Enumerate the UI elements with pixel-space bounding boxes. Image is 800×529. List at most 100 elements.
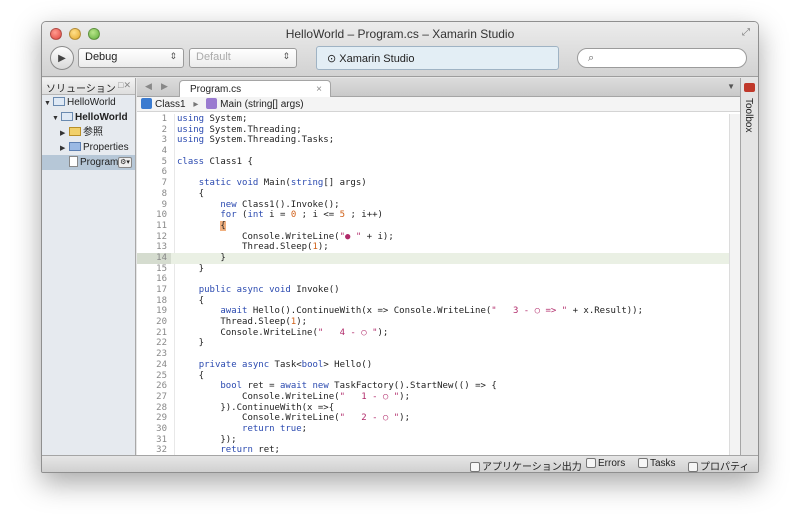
line-number: 7 xyxy=(161,178,167,189)
document-tab-bar: ◀ ▶ Program.cs × ▼ xyxy=(137,78,741,97)
code-line[interactable]: 14 } xyxy=(137,252,741,264)
code-text: } xyxy=(177,338,205,349)
tree-item-references[interactable]: ▶ 参照 xyxy=(42,125,135,140)
line-number: 2 xyxy=(161,124,167,135)
nav-forward-icon[interactable]: ▶ xyxy=(161,81,168,92)
line-number: 6 xyxy=(161,167,167,178)
code-line[interactable]: 11 { xyxy=(137,220,741,232)
code-line[interactable]: 10 for (int i = 0 ; i <= 5 ; i++) xyxy=(137,210,741,221)
code-text: using System.Threading.Tasks; xyxy=(177,135,335,146)
code-line[interactable]: 19 await Hello().ContinueWith(x => Conso… xyxy=(137,306,741,317)
code-line[interactable]: 31 }); xyxy=(137,435,741,446)
toolbox-icon xyxy=(744,83,755,92)
ide-window: HelloWorld – Program.cs – Xamarin Studio… xyxy=(41,21,759,473)
tasks-button[interactable]: Tasks xyxy=(638,458,676,469)
tab-list-dropdown-icon[interactable]: ▼ xyxy=(727,82,735,91)
code-line[interactable]: 6 xyxy=(137,167,741,178)
code-text: using System.Threading; xyxy=(177,124,302,135)
code-line[interactable]: 12 Console.WriteLine("● " + i); xyxy=(137,232,741,243)
statusbar-label: アプリケーション出力 xyxy=(482,462,582,473)
breadcrumb: Class1 ▸ Main (string[] args) xyxy=(137,97,741,112)
code-line[interactable]: 30 return true; xyxy=(137,424,741,435)
search-icon: ⌕ xyxy=(588,52,595,64)
application-output-button[interactable]: アプリケーション出力 xyxy=(470,458,582,473)
code-line[interactable]: 18 { xyxy=(137,296,741,307)
line-number: 8 xyxy=(161,188,167,199)
gear-icon[interactable]: ⚙▾ xyxy=(118,157,132,168)
properties-button[interactable]: プロパティ xyxy=(688,458,750,473)
close-tab-icon[interactable]: × xyxy=(316,84,322,95)
expanded-triangle-icon[interactable]: ▼ xyxy=(52,111,61,126)
code-text: { xyxy=(177,188,205,199)
tree-item-project[interactable]: ▼ HelloWorld xyxy=(42,110,135,125)
code-line[interactable]: 4 xyxy=(137,146,741,157)
code-lines: 1 using System; 2 using System.Threading; 3 u… xyxy=(137,114,741,456)
line-number: 12 xyxy=(156,231,167,242)
line-number: 17 xyxy=(156,285,167,295)
code-line[interactable]: 1 using System; xyxy=(137,114,741,125)
code-line[interactable]: 16 xyxy=(137,274,741,285)
expanded-triangle-icon[interactable]: ▼ xyxy=(44,96,53,111)
configuration-value: Debug xyxy=(85,51,118,63)
fullscreen-icon[interactable]: ⤢ xyxy=(742,27,750,38)
code-line[interactable]: 8 { xyxy=(137,189,741,200)
breadcrumb-method[interactable]: Main (string[] args) xyxy=(220,99,303,110)
code-line[interactable]: 17 public async void Invoke() xyxy=(137,285,741,296)
code-text: }).ContinueWith(x =>{ xyxy=(177,402,335,413)
code-line[interactable]: 5 class Class1 { xyxy=(137,157,741,168)
toolbox-rail[interactable]: Toolbox xyxy=(740,78,758,456)
properties-icon xyxy=(688,462,698,472)
code-text: { xyxy=(177,370,205,381)
code-line[interactable]: 13 Thread.Sleep(1); xyxy=(137,242,741,253)
code-line[interactable]: 26 bool ret = await new TaskFactory().St… xyxy=(137,381,741,392)
code-line[interactable]: 22 } xyxy=(137,338,741,349)
run-button[interactable]: ▶ xyxy=(50,46,74,70)
breadcrumb-class[interactable]: Class1 xyxy=(155,99,186,110)
line-number: 29 xyxy=(156,413,167,424)
method-icon xyxy=(206,98,218,109)
tasks-icon xyxy=(638,458,648,468)
line-number: 19 xyxy=(156,306,167,317)
statusbar-label: プロパティ xyxy=(700,462,750,473)
tab-program-cs[interactable]: Program.cs × xyxy=(179,80,331,97)
tree-item-program[interactable]: Program ⚙▾ xyxy=(42,155,135,170)
search-input[interactable]: ⌕ xyxy=(577,48,747,68)
code-line[interactable]: 29 Console.WriteLine(" 2 - ○ "); xyxy=(137,413,741,424)
nav-back-icon[interactable]: ◀ xyxy=(145,81,152,92)
code-text: }); xyxy=(177,434,237,445)
code-line[interactable]: 3 using System.Threading.Tasks; xyxy=(137,135,741,146)
code-line[interactable]: 15 } xyxy=(137,264,741,275)
code-editor[interactable]: 1 using System; 2 using System.Threading; 3 u… xyxy=(137,114,741,456)
code-line[interactable]: 20 Thread.Sleep(1); xyxy=(137,317,741,328)
code-line[interactable]: 28 }).ContinueWith(x =>{ xyxy=(137,403,741,414)
code-text: new Class1().Invoke(); xyxy=(220,199,340,210)
line-number: 30 xyxy=(156,423,167,434)
collapsed-triangle-icon[interactable]: ▶ xyxy=(60,126,69,141)
solution-pane: ソリューション □✕ ▼ HelloWorld ▼ HelloWorld ▶ 参照 ▶… xyxy=(42,78,136,456)
pane-controls-icon[interactable]: □✕ xyxy=(118,80,131,91)
code-line[interactable]: 24 private async Task<bool> Hello() xyxy=(137,360,741,371)
code-line[interactable]: 9 new Class1().Invoke(); xyxy=(137,200,741,211)
line-number: 3 xyxy=(161,135,167,146)
tree-item-properties[interactable]: ▶ Properties xyxy=(42,140,135,155)
line-number: 4 xyxy=(161,146,167,157)
code-line[interactable]: 21 Console.WriteLine(" 4 - ○ "); xyxy=(137,328,741,339)
folder-icon xyxy=(69,142,81,151)
collapsed-triangle-icon[interactable]: ▶ xyxy=(60,141,69,156)
configuration-select[interactable]: Debug ⇕ xyxy=(78,48,184,68)
line-number: 31 xyxy=(156,434,167,445)
code-line[interactable]: 7 static void Main(string[] args) xyxy=(137,178,741,189)
tree-item-label: Program xyxy=(80,157,119,168)
code-line[interactable]: 2 using System.Threading; xyxy=(137,125,741,136)
code-text: bool ret = await new TaskFactory().Start… xyxy=(220,381,497,392)
errors-button[interactable]: Errors xyxy=(586,458,625,469)
code-line[interactable]: 27 Console.WriteLine(" 1 - ○ "); xyxy=(137,392,741,403)
code-line[interactable]: 25 { xyxy=(137,371,741,382)
status-area: ⊙ Xamarin Studio xyxy=(316,46,559,70)
target-select[interactable]: Default ⇕ xyxy=(189,48,297,68)
code-text: } xyxy=(177,252,226,263)
code-line[interactable]: 23 xyxy=(137,349,741,360)
solution-pane-header: ソリューション □✕ xyxy=(42,78,135,95)
code-text: await Hello().ContinueWith(x => Console.… xyxy=(220,306,644,317)
tree-item-solution[interactable]: ▼ HelloWorld xyxy=(42,95,135,110)
